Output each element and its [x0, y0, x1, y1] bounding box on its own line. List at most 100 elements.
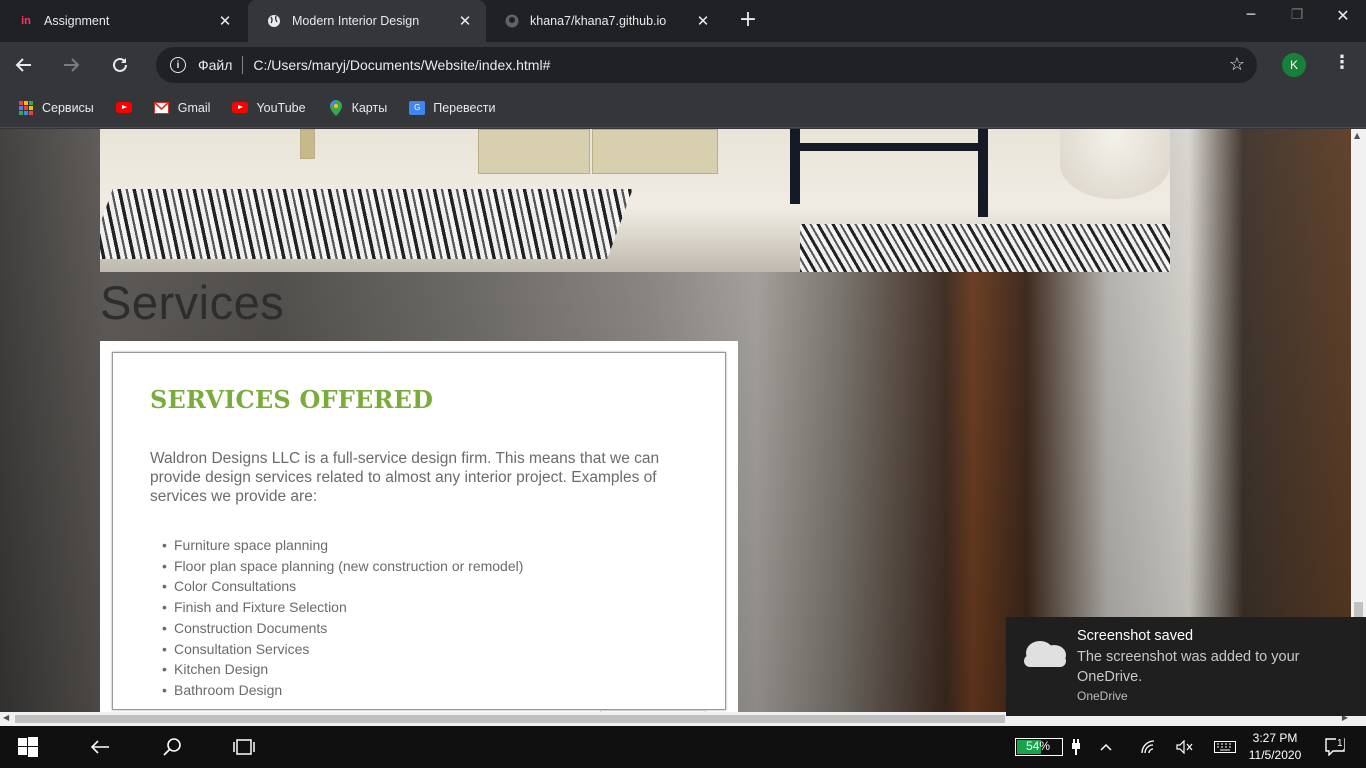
tab-title: Modern Interior Design	[292, 14, 420, 28]
windows-taskbar: 54% 3:27 PM 11/5/2020 1	[0, 726, 1366, 768]
wicker-stool	[478, 129, 590, 174]
section-title: Services	[100, 276, 285, 329]
arrow-left-icon	[15, 58, 31, 72]
arrow-right-icon	[64, 58, 80, 72]
forward-button[interactable]	[57, 51, 85, 79]
system-clock[interactable]: 3:27 PM 11/5/2020	[1246, 730, 1304, 764]
services-card-frame: SERVICES OFFERED Waldron Designs LLC is …	[112, 352, 726, 712]
list-item: Kitchen Design	[162, 659, 689, 680]
hero-image	[100, 129, 1170, 272]
list-item: Bathroom Design	[162, 680, 689, 701]
bookmark-translate[interactable]: G Перевести	[409, 100, 495, 116]
patterned-rug	[100, 189, 633, 259]
bookmark-youtube[interactable]: YouTube	[232, 100, 306, 116]
close-icon[interactable]: ✕	[216, 12, 234, 30]
services-intro: Waldron Designs LLC is a full-service de…	[150, 450, 660, 505]
start-button[interactable]	[0, 726, 56, 768]
task-view-button[interactable]	[228, 726, 260, 768]
maps-pin-icon	[328, 99, 344, 116]
scrollbar-thumb[interactable]	[15, 715, 1005, 723]
arrow-left-icon	[90, 740, 109, 754]
bookmark-label: Сервисы	[42, 100, 94, 115]
cloud-icon	[1024, 641, 1066, 667]
chevron-up-icon[interactable]	[1096, 726, 1116, 768]
scroll-up-arrow-icon[interactable]: ▲	[1354, 131, 1360, 140]
list-item: Construction Documents	[162, 618, 689, 639]
info-icon[interactable]: i	[170, 57, 186, 73]
battery-indicator[interactable]: 54%	[1015, 738, 1063, 756]
knit-pouf	[1060, 129, 1170, 199]
bookmark-maps[interactable]: Карты	[328, 99, 388, 116]
bookmark-label: Перевести	[433, 100, 496, 115]
bookmark-apps[interactable]: Сервисы	[18, 100, 94, 116]
close-icon[interactable]: ✕	[694, 12, 712, 30]
back-button[interactable]	[10, 51, 38, 79]
power-plug-icon	[1066, 726, 1086, 768]
reload-icon	[113, 57, 127, 72]
services-list: Furniture space planning Floor plan spac…	[150, 535, 689, 701]
back-button[interactable]	[84, 726, 116, 768]
youtube-icon	[232, 100, 249, 116]
onedrive-toast[interactable]: Screenshot saved The screenshot was adde…	[1006, 617, 1366, 716]
task-view-icon	[233, 739, 255, 755]
scroll-left-arrow-icon[interactable]: ◀	[3, 713, 9, 722]
youtube-icon	[115, 100, 132, 116]
list-item: Furniture space planning	[162, 535, 689, 556]
toast-body: The screenshot was added to your OneDriv…	[1077, 649, 1300, 685]
bookmark-star-icon[interactable]: ☆	[1229, 54, 1245, 75]
list-item: Consultation Services	[162, 639, 689, 660]
new-tab-button[interactable]: +	[736, 8, 760, 32]
bookmark-youtube-unnamed[interactable]	[115, 100, 140, 116]
tab-assignment[interactable]: in Assignment ✕	[0, 0, 246, 42]
services-card: SERVICES OFFERED Waldron Designs LLC is …	[100, 341, 738, 712]
divider	[242, 56, 244, 74]
bookmark-label: Gmail	[177, 100, 211, 115]
gmail-icon	[154, 100, 170, 116]
close-icon[interactable]: ✕	[456, 12, 474, 30]
wifi-icon[interactable]	[1138, 726, 1158, 768]
clock-date: 11/5/2020	[1248, 748, 1302, 762]
bookmark-gmail[interactable]: Gmail	[154, 100, 211, 116]
list-item: Finish and Fixture Selection	[162, 597, 689, 618]
stool-leg	[300, 129, 315, 159]
bookmark-label: Карты	[351, 100, 388, 115]
volume-muted-icon[interactable]	[1174, 726, 1196, 768]
chair-rail	[800, 143, 980, 151]
bookmarks-bar: Сервисы Gmail YouTube Карты G Перевести	[0, 88, 1366, 128]
patterned-rug	[800, 224, 1170, 272]
chair-leg	[790, 129, 800, 204]
tab-github[interactable]: khana7/khana7.github.io ✕	[486, 0, 724, 42]
services-heading: SERVICES OFFERED	[150, 385, 434, 414]
globe-icon	[266, 13, 282, 29]
github-icon	[504, 13, 520, 29]
list-item: Color Consultations	[162, 576, 689, 597]
windows-logo-icon	[18, 737, 38, 757]
reload-button[interactable]	[106, 51, 134, 79]
clock-time: 3:27 PM	[1252, 731, 1298, 745]
toast-app-name: OneDrive	[1077, 689, 1128, 703]
wicker-stool	[592, 129, 718, 174]
translate-icon: G	[409, 100, 426, 116]
profile-avatar[interactable]: K	[1282, 53, 1306, 77]
site-scheme-label: Файл	[198, 57, 233, 73]
url-text[interactable]: C:/Users/maryj/Documents/Website/index.h…	[253, 57, 550, 73]
invision-logo-icon: in	[21, 15, 31, 27]
bookmark-label: YouTube	[256, 100, 306, 115]
keyboard-icon[interactable]	[1212, 726, 1238, 768]
address-bar[interactable]: i Файл C:/Users/maryj/Documents/Website/…	[156, 47, 1257, 83]
restore-button[interactable]: ❐	[1274, 0, 1320, 30]
tab-title: Assignment	[44, 14, 110, 28]
tab-modern-interior-design[interactable]: Modern Interior Design ✕	[248, 0, 486, 42]
apps-grid-icon	[18, 100, 34, 116]
battery-percent: 54%	[1026, 739, 1051, 753]
action-center-button[interactable]: 1	[1322, 726, 1348, 768]
notification-count: 1	[1336, 738, 1344, 749]
minimize-button[interactable]: ─	[1228, 0, 1274, 30]
search-button[interactable]	[156, 726, 188, 768]
browser-toolbar: i Файл C:/Users/maryj/Documents/Website/…	[0, 42, 1366, 88]
tab-strip: in Assignment ✕ Modern Interior Design ✕…	[0, 0, 1366, 42]
window-close-button[interactable]: ✕	[1320, 0, 1366, 30]
list-item: Floor plan space planning (new construct…	[162, 556, 689, 577]
toast-title: Screenshot saved	[1077, 628, 1194, 644]
more-menu-icon[interactable]: ⋮	[1330, 52, 1354, 78]
